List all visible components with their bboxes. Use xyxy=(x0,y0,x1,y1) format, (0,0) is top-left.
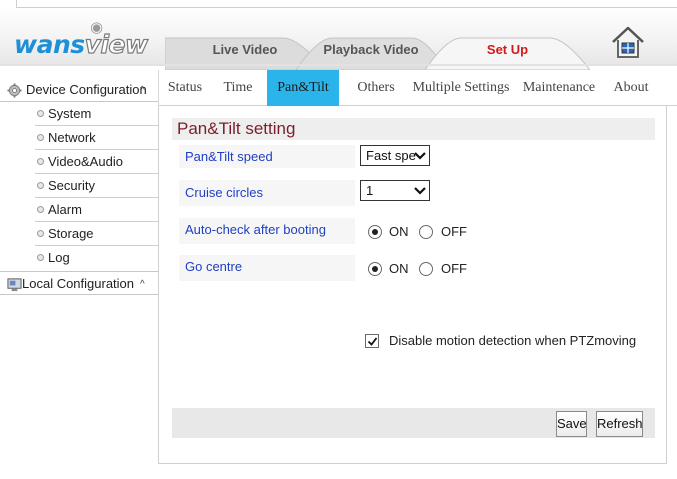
go-centre-off-label: OFF xyxy=(441,261,467,276)
bullet-icon xyxy=(37,206,44,213)
sidebar-item-label: Storage xyxy=(48,226,94,241)
tab-others[interactable]: Others xyxy=(349,70,403,106)
auto-check-label: Auto-check after booting xyxy=(179,218,355,244)
auto-check-on-radio[interactable] xyxy=(368,225,382,239)
disable-motion-label: Disable motion detection when PTZmoving xyxy=(389,333,637,348)
sidebar-item-label: Alarm xyxy=(48,202,82,217)
disable-motion-checkbox[interactable] xyxy=(365,334,379,348)
home-icon[interactable] xyxy=(610,24,646,60)
sidebar-item-video-audio[interactable]: Video&Audio xyxy=(35,150,158,174)
device-configuration-label: Device Configuration xyxy=(26,82,147,97)
tab-status[interactable]: Status xyxy=(163,70,207,106)
top-border xyxy=(16,0,677,8)
cruise-circles-label: Cruise circles xyxy=(179,180,355,206)
sidebar-item-log[interactable]: Log xyxy=(35,246,158,270)
action-bar: Save Refresh xyxy=(172,408,655,438)
bullet-icon xyxy=(37,230,44,237)
tab-maintenance[interactable]: Maintenance xyxy=(519,70,599,106)
local-configuration-label: Local Configuration xyxy=(22,276,135,291)
auto-check-off-radio[interactable] xyxy=(419,225,433,239)
sidebar-item-label: Video&Audio xyxy=(48,154,123,169)
nav-live-video-label: Live Video xyxy=(212,42,278,57)
pan-tilt-settings-panel: Pan&Tilt setting Pan&Tilt speed Fast spe… xyxy=(158,106,667,464)
tab-about[interactable]: About xyxy=(607,70,655,106)
refresh-button[interactable]: Refresh xyxy=(596,411,643,437)
go-centre-on-radio[interactable] xyxy=(368,262,382,276)
app-header: ◉ wansview Live Video Playback Video Set… xyxy=(0,8,677,70)
sidebar-item-network[interactable]: Network xyxy=(35,126,158,150)
auto-check-on-label: ON xyxy=(389,224,409,239)
cruise-circles-value: 1 xyxy=(366,183,374,198)
cruise-circles-select[interactable]: 1 xyxy=(360,180,430,201)
bullet-icon xyxy=(37,110,44,117)
save-button[interactable]: Save xyxy=(556,411,587,437)
pan-tilt-speed-value: Fast spe xyxy=(366,148,416,163)
pan-tilt-speed-label: Pan&Tilt speed xyxy=(179,145,355,168)
sidebar-local-configuration[interactable]: Local Configuration ^ xyxy=(0,271,158,295)
gear-icon xyxy=(7,83,22,98)
go-centre-off-radio[interactable] xyxy=(419,262,433,276)
nav-playback-video-label: Playback Video xyxy=(323,42,419,57)
sidebar-item-label: Network xyxy=(48,130,96,145)
bullet-icon xyxy=(37,182,44,189)
header-divider xyxy=(0,64,677,66)
sidebar-device-configuration[interactable]: Device Configuration ^ xyxy=(0,78,158,102)
sidebar-item-label: Log xyxy=(48,250,70,265)
sidebar-item-label: System xyxy=(48,106,92,121)
logo-wordmark: wansview xyxy=(14,29,149,59)
sidebar-item-system[interactable]: System xyxy=(35,102,158,126)
auto-check-off-label: OFF xyxy=(441,224,467,239)
tab-multiple-settings[interactable]: Multiple Settings xyxy=(411,70,511,106)
collapse-caret-icon[interactable]: ^ xyxy=(140,273,145,297)
chevron-down-icon xyxy=(414,152,426,160)
sidebar: Device Configuration ^ System Network Vi… xyxy=(0,75,158,479)
auto-check-radio-group: ON OFF xyxy=(365,222,485,244)
pan-tilt-speed-select[interactable]: Fast spe xyxy=(360,145,430,166)
bullet-icon xyxy=(37,134,44,141)
nav-set-up-label: Set Up xyxy=(486,42,529,57)
monitor-icon xyxy=(7,278,22,292)
tab-pan-tilt[interactable]: Pan&Tilt xyxy=(267,70,339,106)
sidebar-item-security[interactable]: Security xyxy=(35,174,158,198)
sidebar-item-alarm[interactable]: Alarm xyxy=(35,198,158,222)
bullet-icon xyxy=(37,254,44,261)
panel-title: Pan&Tilt setting xyxy=(172,118,655,140)
chevron-down-icon xyxy=(414,187,426,195)
check-icon xyxy=(367,337,378,346)
collapse-caret-icon[interactable]: ^ xyxy=(140,79,145,103)
go-centre-on-label: ON xyxy=(389,261,409,276)
tab-time[interactable]: Time xyxy=(217,70,259,106)
settings-tab-bar: Status Time Pan&Tilt Others Multiple Set… xyxy=(159,70,677,106)
go-centre-label: Go centre xyxy=(179,255,355,281)
sidebar-item-storage[interactable]: Storage xyxy=(35,222,158,246)
bullet-icon xyxy=(37,158,44,165)
go-centre-radio-group: ON OFF xyxy=(365,259,485,281)
wansview-logo: ◉ wansview xyxy=(14,18,154,60)
sidebar-item-label: Security xyxy=(48,178,95,193)
